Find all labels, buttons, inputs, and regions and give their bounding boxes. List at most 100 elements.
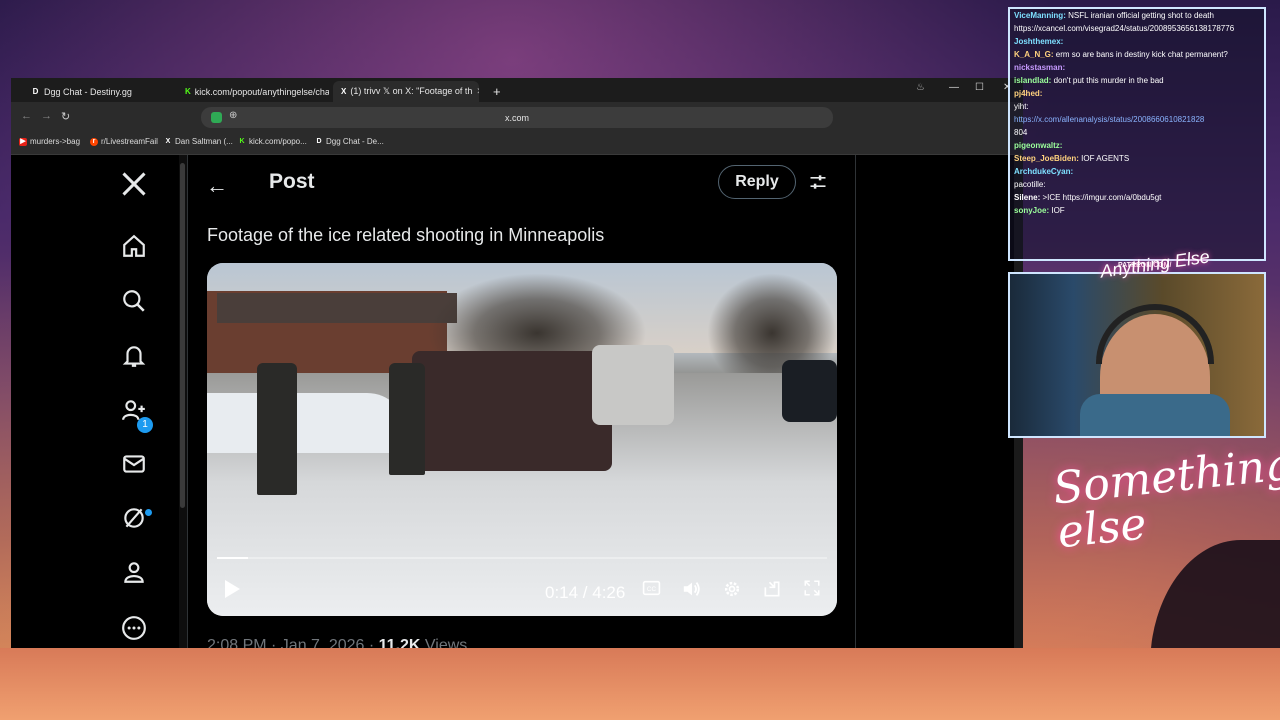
video-scene-white-suv — [592, 345, 674, 425]
grok-new-dot — [145, 509, 152, 516]
chat-text: yiht: — [1014, 102, 1029, 111]
bookmark-livestreamfail[interactable]: r r/LivestreamFail — [90, 137, 158, 146]
sliders-settings-icon[interactable] — [808, 172, 828, 192]
video-player[interactable]: 0:14 / 4:26 CC — [207, 263, 837, 616]
volume-icon[interactable] — [681, 579, 703, 604]
tab-x-post[interactable]: X (1) trivv 𝕏 on X: "Footage of th ✕ — [333, 81, 479, 102]
view-count: 11.2K — [378, 637, 421, 648]
video-time: 0:14 / 4:26 — [545, 583, 626, 602]
chat-message: Joshthemex: — [1010, 35, 1264, 48]
youtube-icon: ▶ — [19, 137, 27, 146]
zoom-icon[interactable]: ⊕ — [229, 110, 237, 121]
popout-icon[interactable] — [762, 579, 782, 604]
reload-icon[interactable]: ↻ — [61, 110, 70, 123]
tab-label: kick.com/popout/anythingelse/chat — [194, 86, 329, 97]
video-scene-trees — [707, 273, 837, 373]
minimize-icon[interactable]: — — [949, 82, 959, 93]
chat-username: pj4hed: — [1014, 89, 1043, 98]
x-left-nav: 1 — [11, 155, 179, 648]
tab-bar: D Dgg Chat - Destiny.gg K kick.com/popou… — [11, 78, 1023, 102]
follow-person-icon[interactable] — [119, 395, 149, 425]
chat-message: https://x.com/allenanalysis/status/20086… — [1010, 113, 1264, 126]
chat-message: Steep_JoeBiden: IOF AGENTS — [1010, 152, 1264, 165]
video-scene-officer — [257, 363, 297, 495]
chat-message: ViceManning: NSFL iranian official getti… — [1010, 9, 1264, 35]
webcam-feed — [1008, 272, 1266, 438]
profile-person-icon[interactable] — [119, 557, 149, 587]
url-field[interactable]: ⊕ x.com — [201, 107, 833, 128]
search-icon[interactable] — [119, 286, 149, 316]
tab-label: Dgg Chat - Destiny.gg — [44, 86, 132, 97]
chat-username: Steep_JoeBiden: — [1014, 154, 1082, 163]
browser-window: D Dgg Chat - Destiny.gg K kick.com/popou… — [11, 78, 1023, 648]
bookmark-label: Dgg Chat - De... — [326, 137, 384, 146]
chat-message: pacotille: — [1010, 178, 1264, 191]
stream-ground — [0, 648, 1280, 720]
chat-username: ArchdukeCyan: — [1014, 167, 1074, 176]
fullscreen-icon[interactable] — [803, 579, 821, 602]
chat-message: Silene: >ICE https://imgur.com/a/0bdu5gt — [1010, 191, 1264, 204]
home-icon[interactable] — [119, 231, 149, 261]
scrollbar-thumb[interactable] — [180, 163, 185, 508]
new-tab-button[interactable]: + — [485, 81, 505, 102]
chat-username: Joshthemex: — [1014, 37, 1064, 46]
views-label: Views — [420, 637, 468, 648]
back-nav-icon[interactable]: ← — [21, 110, 32, 122]
tab-dgg-chat[interactable]: D Dgg Chat - Destiny.gg — [23, 81, 173, 102]
left-scrollbar[interactable] — [179, 155, 187, 648]
reddit-icon: r — [90, 137, 98, 146]
grok-icon[interactable] — [119, 503, 149, 533]
gear-icon[interactable] — [722, 579, 742, 604]
chat-text: IOF AGENTS — [1081, 154, 1130, 163]
stream-chat-overlay: ViceManning: NSFL iranian official getti… — [1008, 7, 1266, 261]
bookmark-kick-popout[interactable]: K kick.com/popo... — [238, 137, 307, 146]
url-text: x.com — [504, 112, 529, 123]
bookmark-label: kick.com/popo... — [249, 137, 307, 146]
tab-label: (1) trivv 𝕏 on X: "Footage of th — [350, 86, 473, 96]
video-progress-bar[interactable] — [217, 557, 827, 559]
chat-message: ArchdukeCyan: — [1010, 165, 1264, 178]
bookmarks-bar: ▶ murders->bag r r/LivestreamFail X Dan … — [11, 132, 1023, 155]
video-scene-officer — [389, 363, 425, 475]
chat-username: sonyJoe: — [1014, 206, 1052, 215]
chat-username: nickstasman: — [1014, 63, 1066, 72]
kick-icon: K — [185, 87, 191, 96]
bookmark-label: murders->bag — [30, 137, 81, 146]
chat-text: pacotille: — [1014, 180, 1046, 189]
bookmark-dan-saltman[interactable]: X Dan Saltman (... — [164, 137, 233, 146]
chat-username: K_A_N_G: — [1014, 50, 1056, 59]
bookmark-dgg-chat[interactable]: D Dgg Chat - De... — [315, 137, 384, 146]
notifications-bell-icon[interactable] — [119, 341, 149, 371]
x-logo-icon[interactable] — [119, 169, 149, 199]
close-tab-icon[interactable]: ✕ — [476, 86, 479, 97]
chat-message: K_A_N_G: erm so are bans in destiny kick… — [1010, 48, 1264, 61]
destiny-icon: D — [32, 87, 39, 96]
reply-button[interactable]: Reply — [718, 165, 796, 199]
messages-envelope-icon[interactable] — [119, 449, 149, 479]
x-page: 1 ← Post Reply Footage of the ice relate… — [11, 155, 1023, 648]
more-options-icon[interactable] — [119, 613, 149, 643]
chat-text: 804 — [1014, 128, 1028, 137]
maximize-icon[interactable]: ☐ — [975, 82, 984, 93]
video-scene-dark-car — [782, 360, 837, 422]
play-icon[interactable] — [223, 579, 241, 604]
captions-icon[interactable]: CC — [642, 579, 661, 602]
svg-text:CC: CC — [647, 586, 657, 593]
chat-message: islandlad: don't put this murder in the … — [1010, 74, 1264, 87]
chat-message: sonyJoe: IOF — [1010, 204, 1264, 217]
chat-username: Silene: — [1014, 193, 1043, 202]
back-arrow-icon[interactable]: ← — [206, 173, 228, 199]
chat-text: don't put this murder in the bad — [1053, 76, 1164, 85]
x-icon: X — [341, 87, 347, 96]
post-timestamp[interactable]: 2:08 PM · Jan 7, 2026 · — [207, 637, 379, 648]
page-title: Post — [269, 170, 315, 193]
chat-username: islandlad: — [1014, 76, 1054, 85]
bookmark-murders-bag[interactable]: ▶ murders->bag — [19, 137, 80, 146]
tab-kick-chat[interactable]: K kick.com/popout/anythingelse/chat — [177, 81, 329, 102]
kick-icon: K — [239, 137, 245, 145]
chat-message: pj4hed: — [1010, 87, 1264, 100]
post-column: ← Post Reply Footage of the ice related … — [187, 155, 856, 648]
forward-nav-icon[interactable]: → — [41, 110, 52, 122]
flame-icon[interactable]: ♨ — [916, 82, 925, 93]
webcam-headphones — [1096, 304, 1214, 364]
